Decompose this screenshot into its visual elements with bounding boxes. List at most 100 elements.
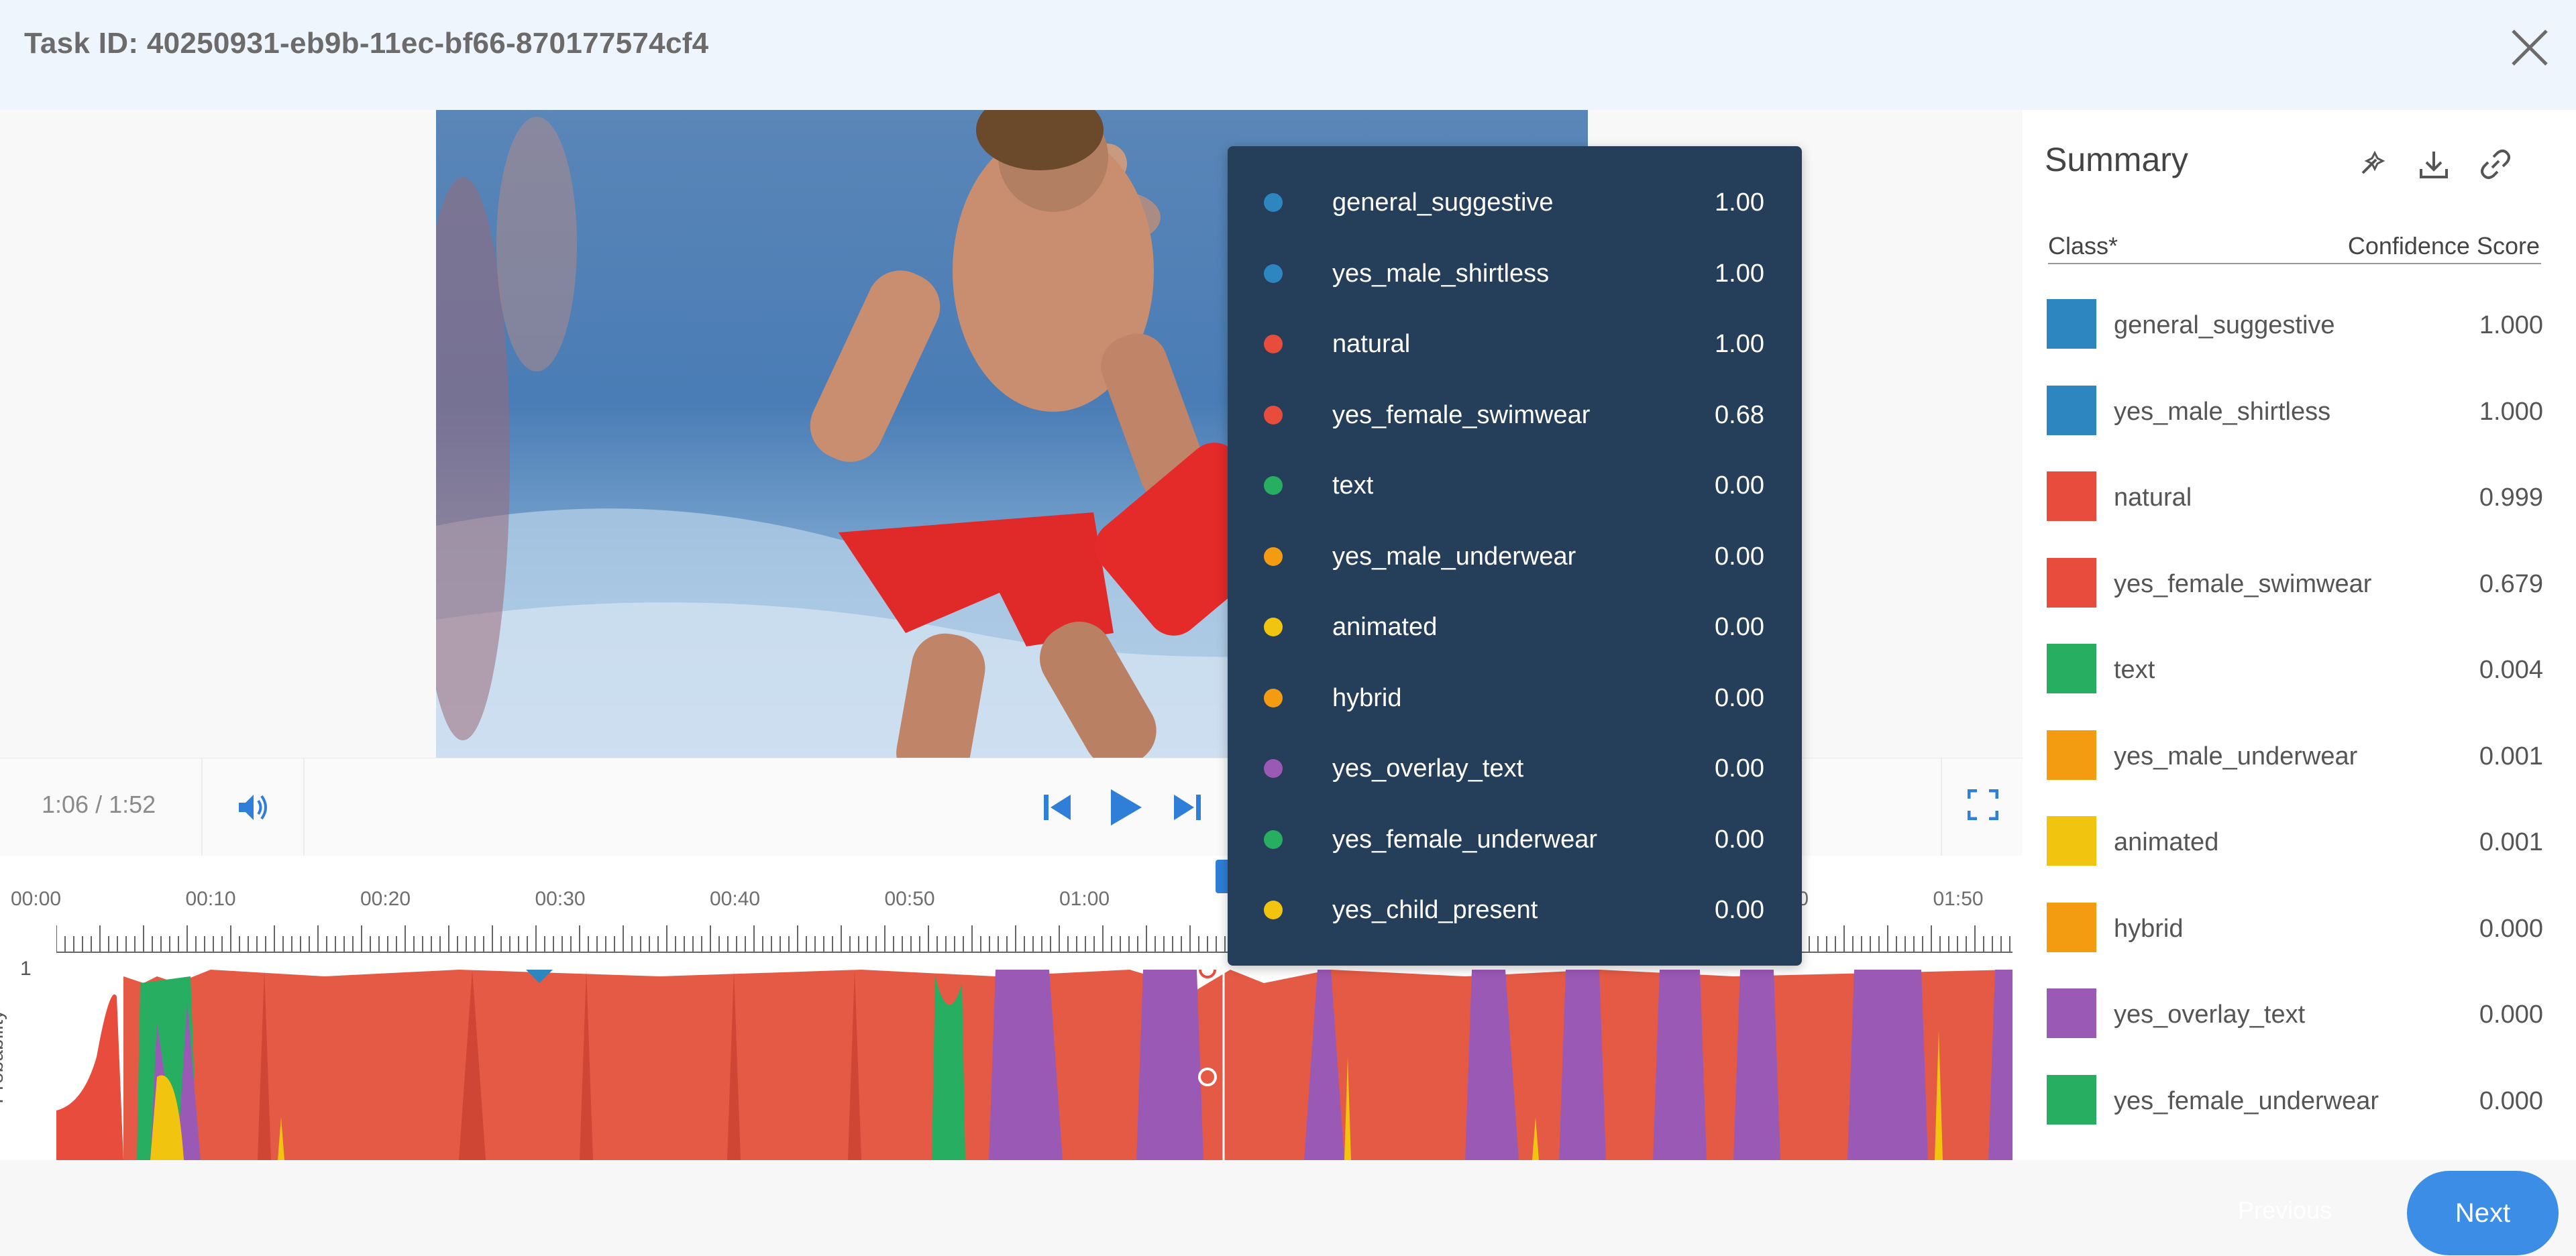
tick-label: 00:40 bbox=[710, 888, 761, 910]
summary-title: Summary bbox=[2045, 141, 2188, 178]
next-button[interactable]: Next bbox=[2407, 1171, 2559, 1255]
y-axis-max: 1 bbox=[20, 958, 32, 980]
play-button[interactable] bbox=[1102, 785, 1146, 830]
class-color-swatch bbox=[2047, 385, 2096, 435]
tooltip-row: yes_male_underwear 0.00 bbox=[1228, 519, 1802, 589]
series-dot-icon bbox=[1264, 830, 1283, 849]
tooltip-class-name: general_suggestive bbox=[1332, 188, 1554, 217]
summary-row: natural 0.999 bbox=[2047, 471, 2543, 557]
tooltip-class-name: animated bbox=[1332, 613, 1438, 641]
summary-class-name: yes_male_shirtless bbox=[2114, 397, 2331, 426]
summary-row: yes_overlay_text 0.000 bbox=[2047, 988, 2543, 1074]
skip-back-button[interactable] bbox=[1041, 789, 1075, 825]
class-color-swatch bbox=[2047, 557, 2096, 608]
tooltip-row: yes_female_swimwear 0.68 bbox=[1228, 378, 1802, 448]
summary-class-name: yes_female_swimwear bbox=[2114, 569, 2372, 598]
series-dot-icon bbox=[1264, 901, 1283, 919]
close-button[interactable] bbox=[2506, 24, 2553, 71]
class-color-swatch bbox=[2047, 988, 2096, 1038]
series-dot-icon bbox=[1264, 547, 1283, 566]
tooltip-row: hybrid 0.00 bbox=[1228, 661, 1802, 731]
series-dot-icon bbox=[1264, 335, 1283, 353]
summary-confidence-score: 0.999 bbox=[2479, 483, 2543, 512]
summary-confidence-score: 0.000 bbox=[2479, 914, 2543, 943]
class-color-swatch bbox=[2047, 471, 2096, 521]
summary-class-name: text bbox=[2114, 656, 2155, 684]
class-color-swatch bbox=[2047, 730, 2096, 780]
y-axis-label: Probability bbox=[0, 1009, 7, 1104]
column-header-class[interactable]: Class* bbox=[2048, 232, 2118, 260]
tooltip-class-name: yes_male_underwear bbox=[1332, 542, 1576, 571]
play-icon bbox=[1111, 789, 1142, 825]
link-button[interactable] bbox=[2479, 148, 2512, 181]
tooltip-class-value: 0.00 bbox=[1715, 683, 1764, 712]
summary-class-name: yes_male_underwear bbox=[2114, 742, 2358, 770]
summary-row: yes_female_swimwear 0.679 bbox=[2047, 557, 2543, 644]
tooltip-class-name: yes_female_underwear bbox=[1332, 825, 1598, 854]
tick-label: 00:10 bbox=[185, 888, 236, 910]
summary-confidence-score: 0.679 bbox=[2479, 569, 2543, 598]
tooltip-class-name: hybrid bbox=[1332, 683, 1402, 712]
wand-icon bbox=[2361, 150, 2385, 174]
tooltip-class-name: natural bbox=[1332, 330, 1411, 358]
tooltip-class-value: 1.00 bbox=[1715, 188, 1764, 217]
tick-label: 00:00 bbox=[11, 888, 62, 910]
summary-confidence-score: 0.000 bbox=[2479, 1086, 2543, 1115]
series-dot-icon bbox=[1264, 264, 1283, 283]
series-dot-icon bbox=[1264, 688, 1283, 707]
skip-back-icon bbox=[1044, 795, 1071, 820]
summary-class-name: yes_overlay_text bbox=[2114, 1001, 2306, 1029]
series-dot-icon bbox=[1264, 405, 1283, 424]
summary-class-name: yes_female_underwear bbox=[2114, 1086, 2379, 1115]
tooltip-class-value: 0.68 bbox=[1715, 400, 1764, 429]
skip-forward-icon bbox=[1174, 795, 1201, 820]
summary-confidence-score: 0.001 bbox=[2479, 828, 2543, 856]
wand-button[interactable] bbox=[2355, 148, 2388, 181]
summary-row: hybrid 0.000 bbox=[2047, 902, 2543, 988]
tooltip-class-name: yes_overlay_text bbox=[1332, 754, 1524, 783]
column-header-confidence[interactable]: Confidence Score bbox=[2348, 232, 2540, 260]
summary-confidence-score: 0.004 bbox=[2479, 656, 2543, 684]
tick-label: 00:20 bbox=[360, 888, 411, 910]
tooltip-class-name: yes_female_swimwear bbox=[1332, 400, 1591, 429]
tick-label: 01:50 bbox=[1933, 888, 1984, 910]
class-color-swatch bbox=[2047, 299, 2096, 349]
series-dot-icon bbox=[1264, 476, 1283, 495]
link-icon bbox=[2481, 150, 2510, 179]
tooltip-class-value: 0.00 bbox=[1715, 613, 1764, 641]
summary-class-name: animated bbox=[2114, 828, 2219, 856]
summary-row: yes_female_underwear 0.000 bbox=[2047, 1074, 2543, 1161]
tooltip-class-value: 1.00 bbox=[1715, 259, 1764, 288]
summary-confidence-score: 1.000 bbox=[2479, 311, 2543, 339]
tooltip-row: natural 1.00 bbox=[1228, 306, 1802, 377]
series-dot-icon bbox=[1264, 193, 1283, 212]
tooltip-class-name: yes_male_shirtless bbox=[1332, 259, 1550, 288]
volume-icon bbox=[239, 795, 267, 820]
class-color-swatch bbox=[2047, 644, 2096, 693]
probability-tooltip: general_suggestive 1.00 yes_male_shirtless… bbox=[1228, 146, 1802, 966]
tick-label: 01:00 bbox=[1059, 888, 1110, 910]
tooltip-class-value: 0.00 bbox=[1715, 896, 1764, 924]
series-dot-icon bbox=[1264, 618, 1283, 636]
summary-confidence-score: 0.000 bbox=[2479, 1001, 2543, 1029]
summary-confidence-score: 1.000 bbox=[2479, 397, 2543, 426]
class-color-swatch bbox=[2047, 1074, 2096, 1125]
summary-row: general_suggestive 1.000 bbox=[2047, 299, 2543, 385]
download-button[interactable] bbox=[2417, 148, 2451, 181]
fullscreen-button[interactable] bbox=[1941, 758, 2023, 856]
header-divider bbox=[2048, 263, 2541, 264]
tooltip-class-value: 1.00 bbox=[1715, 330, 1764, 358]
summary-class-name: hybrid bbox=[2114, 914, 2184, 943]
tooltip-row: yes_male_shirtless 1.00 bbox=[1228, 236, 1802, 306]
tooltip-class-value: 0.00 bbox=[1715, 754, 1764, 783]
summary-confidence-score: 0.001 bbox=[2479, 742, 2543, 770]
footer-bar: Previous Next bbox=[0, 1160, 2576, 1256]
previous-button[interactable]: Previous bbox=[2238, 1196, 2332, 1224]
skip-forward-button[interactable] bbox=[1170, 789, 1203, 825]
series-dot-icon bbox=[1264, 759, 1283, 778]
volume-button[interactable] bbox=[201, 758, 305, 856]
tooltip-row: animated 0.00 bbox=[1228, 589, 1802, 660]
tooltip-class-value: 0.00 bbox=[1715, 542, 1764, 571]
tooltip-class-value: 0.00 bbox=[1715, 825, 1764, 854]
probability-chart bbox=[56, 970, 2012, 1160]
